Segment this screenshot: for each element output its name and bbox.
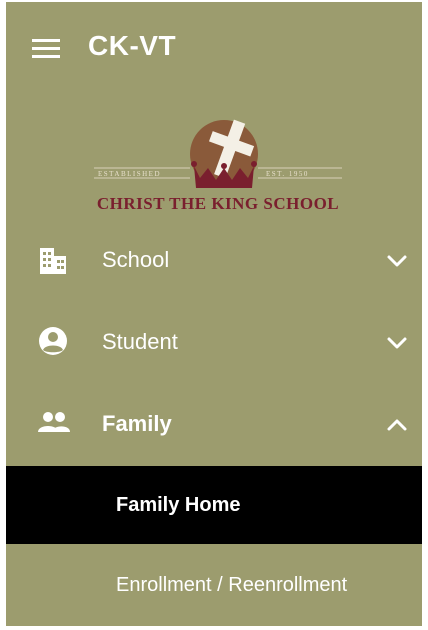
nav-label-family: Family: [102, 411, 172, 436]
account-circle-icon: [39, 327, 67, 355]
subnav-label-family-home: Family Home: [116, 494, 241, 516]
chevron-down-icon[interactable]: [384, 248, 410, 274]
nav-item-student[interactable]: Student: [6, 304, 422, 382]
app-header: CK-VT: [6, 2, 422, 94]
sidebar-drawer: CK-VT ESTABLISHED EST. 1950 CHRIST THE K…: [6, 2, 422, 626]
school-name: CHRIST THE KING SCHOOL: [96, 194, 340, 213]
svg-text:ESTABLISHED: ESTABLISHED: [98, 170, 161, 178]
svg-text:EST. 1950: EST. 1950: [266, 170, 309, 178]
people-icon: [38, 412, 70, 432]
nav-item-family[interactable]: Family: [6, 386, 422, 464]
nav-item-school[interactable]: School: [6, 222, 422, 300]
building-icon: [40, 248, 66, 274]
nav-label-school: School: [102, 247, 170, 272]
nav-label-student: Student: [102, 329, 178, 354]
hamburger-menu-icon[interactable]: [32, 39, 60, 59]
subnav-item-family-home[interactable]: Family Home: [6, 466, 422, 544]
subnav-label-enrollment: Enrollment / Reenrollment: [116, 574, 348, 596]
chevron-down-icon[interactable]: [384, 330, 410, 356]
chevron-up-icon[interactable]: [384, 412, 410, 438]
subnav-item-enrollment[interactable]: Enrollment / Reenrollment: [6, 544, 422, 622]
app-title: CK-VT: [88, 30, 177, 61]
